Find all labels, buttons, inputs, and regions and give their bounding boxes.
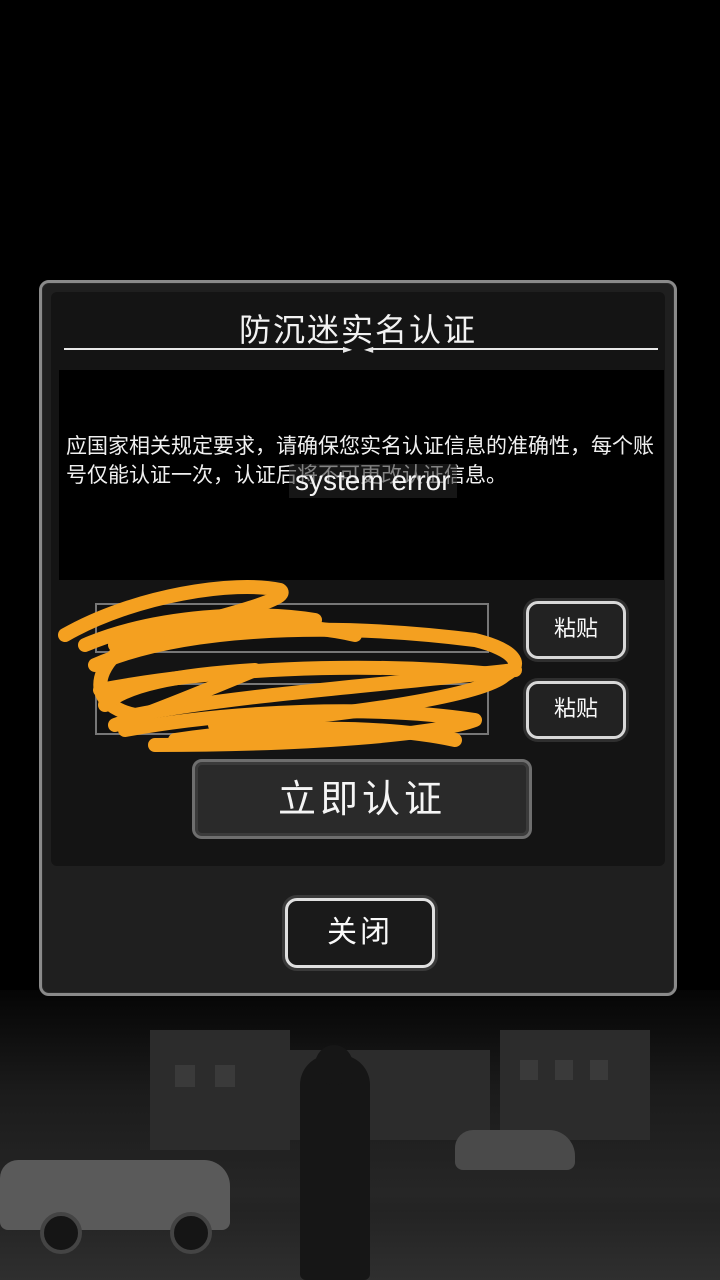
error-toast: system error	[289, 464, 457, 498]
paste-id-button[interactable]: 粘贴	[526, 681, 626, 739]
background-scene	[0, 990, 720, 1280]
arrow-left-icon: ◄	[364, 342, 374, 356]
paste-name-button[interactable]: 粘贴	[526, 601, 626, 659]
title-divider-right	[373, 348, 658, 350]
arrow-right-icon: ►	[343, 342, 353, 356]
notice-panel: 应国家相关规定要求，请确保您实名认证信息的准确性，每个账号仅能认证一次，认证后将…	[59, 370, 664, 580]
title-divider-left	[64, 348, 344, 350]
verify-now-button[interactable]: 立即认证	[192, 759, 532, 839]
redaction-scribble	[58, 580, 522, 752]
close-button[interactable]: 关闭	[285, 898, 435, 968]
dialog-title: 防沉迷实名认证	[238, 311, 477, 349]
